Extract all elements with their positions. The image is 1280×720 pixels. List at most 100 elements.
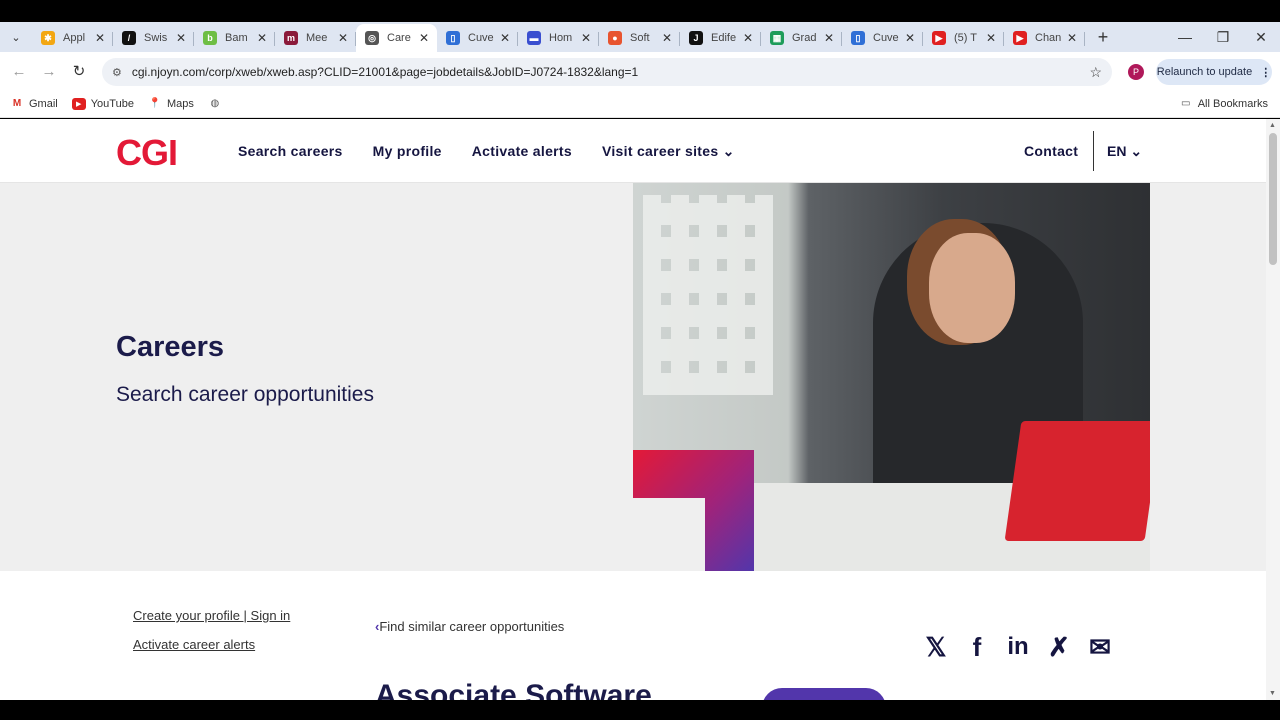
tab-close-icon[interactable]: ✕ <box>93 31 107 45</box>
tab-close-icon[interactable]: ✕ <box>903 31 917 45</box>
facebook-icon[interactable]: f <box>961 631 993 663</box>
back-button[interactable]: ← <box>4 63 34 80</box>
tab-title: Cuve <box>873 32 899 44</box>
browser-tab[interactable]: ✱ Appl ✕ <box>32 24 113 52</box>
browser-tab[interactable]: ▶ (5) T ✕ <box>923 24 1004 52</box>
tab-close-icon[interactable]: ✕ <box>741 31 755 45</box>
language-selector[interactable]: EN ⌄ <box>1107 143 1142 160</box>
job-title: Associate Software <box>375 679 652 700</box>
tab-close-icon[interactable]: ✕ <box>336 31 350 45</box>
tab-favicon-icon: ▯ <box>851 31 865 45</box>
cgi-logo[interactable]: CGI <box>116 132 178 174</box>
relaunch-button[interactable]: Relaunch to update ⋮ <box>1156 59 1272 85</box>
scroll-up-icon[interactable]: ▲ <box>1269 122 1276 129</box>
tab-favicon-icon: ▶ <box>1013 31 1027 45</box>
tab-close-icon[interactable]: ✕ <box>255 31 269 45</box>
tab-title: Swis <box>144 32 168 44</box>
browser-tab[interactable]: ▯ Cuve ✕ <box>842 24 923 52</box>
tab-title: (5) T <box>954 32 978 44</box>
browser-tab[interactable]: ◎ Care ✕ <box>356 24 437 52</box>
bookmark-label: YouTube <box>90 97 134 110</box>
tab-close-icon[interactable]: ✕ <box>1065 31 1079 45</box>
tab-close-icon[interactable]: ✕ <box>984 31 998 45</box>
menu-my-profile[interactable]: My profile <box>373 143 442 160</box>
activate-career-alerts-link[interactable]: Activate career alerts <box>133 637 290 652</box>
tab-favicon-icon: J <box>689 31 703 45</box>
tab-search-button[interactable]: ⌄ <box>0 22 32 52</box>
browser-tab[interactable]: ● Soft ✕ <box>599 24 680 52</box>
tab-title: Edife <box>711 32 737 44</box>
tab-favicon-icon: ▬ <box>527 31 541 45</box>
url-text[interactable]: cgi.njoyn.com/corp/xweb/xweb.asp?CLID=21… <box>132 65 1090 79</box>
profile-avatar[interactable]: P <box>1128 64 1144 80</box>
tab-favicon-icon: ▯ <box>446 31 460 45</box>
apply-button[interactable] <box>762 688 886 700</box>
tab-close-icon[interactable]: ✕ <box>498 31 512 45</box>
all-bookmarks-label: All Bookmarks <box>1197 97 1268 110</box>
browser-tab[interactable]: b Bam ✕ <box>194 24 275 52</box>
menu-search-careers[interactable]: Search careers <box>238 143 343 160</box>
tab-close-icon[interactable]: ✕ <box>174 31 188 45</box>
reload-button[interactable]: ↻ <box>64 62 94 80</box>
restore-button[interactable]: ❐ <box>1204 29 1242 46</box>
tab-close-icon[interactable]: ✕ <box>660 31 674 45</box>
page-scrollbar[interactable]: ▲ ▼ <box>1266 119 1280 700</box>
language-label: EN <box>1107 143 1127 159</box>
photo-person-head <box>929 233 1015 343</box>
menu-label: Visit career sites <box>601 143 719 159</box>
main-menu: Search careers My profile Activate alert… <box>238 143 765 160</box>
bookmark-globe[interactable]: ◍ <box>208 98 227 110</box>
close-icon: ✕ <box>1255 28 1267 45</box>
bookmark-gmail[interactable]: M Gmail <box>10 98 58 110</box>
find-similar-link[interactable]: ‹Find similar career opportunities <box>375 619 564 634</box>
navigation-bar: ← → ↻ ⚙ cgi.njoyn.com/corp/xweb/xweb.asp… <box>0 52 1280 90</box>
address-bar[interactable]: ⚙ cgi.njoyn.com/corp/xweb/xweb.asp?CLID=… <box>102 58 1112 86</box>
linkedin-icon[interactable]: in <box>1002 631 1034 663</box>
browser-tab[interactable]: m Mee ✕ <box>275 24 356 52</box>
browser-tab[interactable]: / Swis ✕ <box>113 24 194 52</box>
browser-tab[interactable]: ▬ Hom ✕ <box>518 24 599 52</box>
web-page: CGI Search careers My profile Activate a… <box>0 119 1266 700</box>
menu-activate-alerts[interactable]: Activate alerts <box>472 143 572 160</box>
chevron-down-icon: ⌄ <box>11 31 21 44</box>
photo-window <box>643 195 773 395</box>
scroll-down-icon[interactable]: ▼ <box>1269 690 1276 697</box>
email-icon[interactable]: ✉ <box>1084 631 1116 663</box>
forward-button[interactable]: → <box>34 63 64 80</box>
minimize-icon: — <box>1178 28 1192 45</box>
browser-tab[interactable]: J Edife ✕ <box>680 24 761 52</box>
bookmark-maps[interactable]: 📍 Maps <box>148 98 194 110</box>
bookmark-youtube[interactable]: ▶ YouTube <box>71 97 134 110</box>
contact-link[interactable]: Contact <box>1024 143 1078 159</box>
close-window-button[interactable]: ✕ <box>1242 29 1280 46</box>
browser-tab[interactable]: ▦ Grad ✕ <box>761 24 842 52</box>
menu-visit-career-sites[interactable]: Visit career sites ⌄ <box>602 143 735 160</box>
site-info-icon[interactable]: ⚙ <box>112 66 122 79</box>
bookmark-star-icon[interactable]: ☆ <box>1089 64 1102 81</box>
arrow-right-icon: → <box>41 62 57 80</box>
social-share: 𝕏 f in ✗ ✉ <box>920 631 1125 663</box>
tab-title: Cuve <box>468 32 494 44</box>
tab-favicon-icon: ✱ <box>41 31 55 45</box>
create-profile-link[interactable]: Create your profile | Sign in <box>133 608 290 623</box>
bookmarks-bar: M Gmail ▶ YouTube 📍 Maps ◍ ▭ All Bookmar… <box>0 90 1280 118</box>
tab-favicon-icon: / <box>122 31 136 45</box>
minimize-button[interactable]: — <box>1166 29 1204 46</box>
bookmark-label: Maps <box>166 97 194 110</box>
xing-icon[interactable]: ✗ <box>1043 631 1075 663</box>
x-icon[interactable]: 𝕏 <box>920 631 952 663</box>
tab-close-icon[interactable]: ✕ <box>579 31 593 45</box>
screen-top-bar <box>0 0 1280 22</box>
tab-strip: ⌄ ✱ Appl ✕ / Swis ✕ b Bam ✕ m Mee ✕ ◎ Care ✕ ▯ Cuve ✕ ▬ Hom… <box>0 22 1280 52</box>
more-menu-icon[interactable]: ⋮ <box>1260 66 1271 79</box>
tab-title: Appl <box>63 32 86 44</box>
browser-tab[interactable]: ▯ Cuve ✕ <box>437 24 518 52</box>
all-bookmarks-button[interactable]: ▭ All Bookmarks <box>1179 98 1268 110</box>
new-tab-button[interactable]: + <box>1089 27 1117 48</box>
tab-close-icon[interactable]: ✕ <box>822 31 836 45</box>
tab-list: ✱ Appl ✕ / Swis ✕ b Bam ✕ m Mee ✕ ◎ Care ✕ ▯ Cuve ✕ ▬ Hom ✕ ●… <box>32 22 1085 52</box>
plus-icon: + <box>1097 26 1109 47</box>
browser-tab[interactable]: ▶ Chan ✕ <box>1004 24 1085 52</box>
tab-close-icon[interactable]: ✕ <box>417 31 431 45</box>
scroll-thumb[interactable] <box>1269 133 1277 265</box>
